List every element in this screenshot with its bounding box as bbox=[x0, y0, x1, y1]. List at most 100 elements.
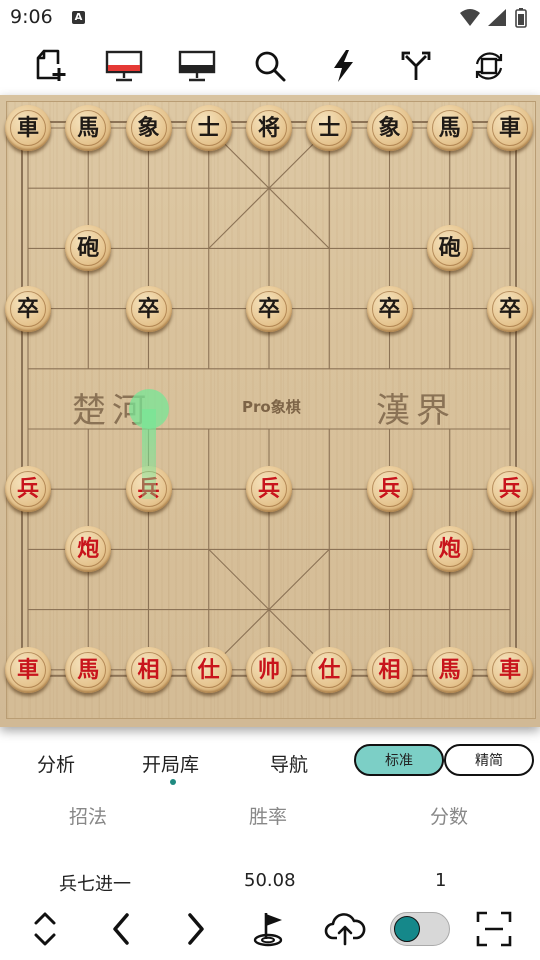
black-piece[interactable]: 将 bbox=[246, 105, 292, 151]
piece-label: 象 bbox=[378, 115, 401, 141]
scan-icon bbox=[476, 911, 512, 947]
red-piece[interactable]: 仕 bbox=[185, 646, 232, 693]
piece-label: 将 bbox=[257, 115, 280, 141]
search-button[interactable] bbox=[246, 42, 294, 90]
piece-label: 炮 bbox=[77, 536, 100, 563]
black-engine-button[interactable] bbox=[173, 42, 221, 90]
piece-label: 卒 bbox=[257, 295, 280, 322]
piece-label: 車 bbox=[498, 115, 521, 141]
active-tab-indicator bbox=[170, 779, 176, 785]
lightning-icon bbox=[334, 50, 353, 82]
black-piece[interactable]: 車 bbox=[487, 105, 533, 151]
flip-board-icon bbox=[475, 52, 503, 80]
black-piece[interactable]: 馬 bbox=[65, 105, 112, 151]
monitor-icon bbox=[178, 50, 216, 82]
brand-label: Pro象棋 bbox=[242, 398, 301, 416]
piece-label: 士 bbox=[318, 115, 341, 141]
piece-label: 炮 bbox=[438, 536, 461, 563]
bottom-bar bbox=[0, 898, 540, 960]
black-piece[interactable]: 卒 bbox=[487, 285, 533, 332]
red-piece[interactable]: 馬 bbox=[65, 646, 112, 693]
piece-label: 車 bbox=[498, 656, 521, 683]
black-piece[interactable]: 馬 bbox=[426, 105, 473, 151]
piece-label: 仕 bbox=[318, 656, 341, 683]
expand-collapse-button[interactable] bbox=[21, 904, 69, 954]
piece-label: 兵 bbox=[16, 476, 39, 503]
row-win-rate: 50.08 bbox=[244, 870, 296, 891]
red-piece[interactable]: 兵 bbox=[487, 466, 533, 513]
notification-icon: A bbox=[72, 11, 85, 24]
previous-icon bbox=[113, 913, 129, 945]
piece-label: 砲 bbox=[77, 235, 100, 262]
piece-label: 馬 bbox=[77, 115, 100, 141]
red-piece[interactable]: 相 bbox=[125, 646, 172, 693]
status-icons bbox=[460, 8, 527, 28]
toggle-switch[interactable] bbox=[390, 912, 450, 946]
hint-move-target[interactable] bbox=[128, 389, 169, 429]
red-piece[interactable]: 兵 bbox=[366, 466, 413, 513]
black-piece[interactable]: 士 bbox=[306, 105, 353, 151]
red-engine-button[interactable] bbox=[100, 42, 148, 90]
red-monitor-icon bbox=[105, 50, 143, 82]
branch-button[interactable] bbox=[392, 42, 440, 90]
red-piece[interactable]: 車 bbox=[5, 646, 51, 693]
column-header-win-rate: 胜率 bbox=[249, 806, 288, 828]
black-piece[interactable]: 卒 bbox=[5, 285, 51, 332]
column-header-score: 分数 bbox=[430, 806, 469, 828]
row-score: 1 bbox=[435, 870, 447, 891]
toolbar bbox=[0, 38, 540, 92]
wifi-icon bbox=[460, 9, 480, 26]
toggle-knob bbox=[394, 916, 420, 942]
red-piece[interactable]: 帅 bbox=[246, 646, 292, 693]
red-piece[interactable]: 相 bbox=[366, 646, 413, 693]
cloud-upload-icon bbox=[324, 913, 366, 946]
flip-board-button[interactable] bbox=[465, 42, 513, 90]
piece-label: 馬 bbox=[77, 656, 100, 683]
piece-label: 兵 bbox=[378, 476, 401, 503]
row-move: 兵七进一 bbox=[59, 874, 131, 895]
piece-label: 卒 bbox=[498, 295, 521, 322]
scan-button[interactable] bbox=[470, 904, 518, 954]
piece-label: 相 bbox=[137, 656, 160, 683]
panel-tabs: 分析 开局库 导航 标准 精简 bbox=[0, 740, 540, 786]
black-piece[interactable]: 象 bbox=[125, 105, 172, 151]
simplified-mode-button[interactable]: 精简 bbox=[444, 744, 534, 776]
quick-analysis-button[interactable] bbox=[319, 42, 367, 90]
black-piece[interactable]: 卒 bbox=[125, 285, 172, 332]
previous-move-button[interactable] bbox=[97, 904, 145, 954]
red-piece[interactable]: 兵 bbox=[246, 466, 292, 513]
tab-navigation[interactable]: 导航 bbox=[270, 750, 308, 777]
new-game-icon bbox=[36, 49, 66, 81]
tab-analysis[interactable]: 分析 bbox=[37, 750, 75, 777]
piece-label: 相 bbox=[378, 656, 401, 683]
piece-label: 馬 bbox=[438, 656, 461, 683]
status-time: 9:06 bbox=[10, 6, 53, 28]
piece-label: 馬 bbox=[438, 115, 461, 141]
new-game-button[interactable] bbox=[26, 42, 74, 90]
chess-board[interactable]: 楚河 Pro象棋 漢界 車馬象士将士象馬車砲砲卒卒卒卒卒兵兵兵兵兵炮炮車馬相仕帅… bbox=[0, 95, 540, 727]
flag-icon bbox=[253, 913, 283, 947]
piece-label: 砲 bbox=[438, 235, 461, 262]
black-piece[interactable]: 卒 bbox=[246, 285, 292, 332]
red-piece[interactable]: 兵 bbox=[5, 466, 51, 513]
black-piece[interactable]: 象 bbox=[366, 105, 413, 151]
red-piece[interactable]: 馬 bbox=[426, 646, 473, 693]
black-piece[interactable]: 士 bbox=[185, 105, 232, 151]
river-label-right: 漢界 bbox=[376, 391, 456, 431]
flag-button[interactable] bbox=[246, 904, 294, 954]
red-piece[interactable]: 車 bbox=[487, 646, 533, 693]
tab-opening-book[interactable]: 开局库 bbox=[142, 750, 199, 777]
piece-label: 象 bbox=[137, 115, 160, 141]
next-move-button[interactable] bbox=[172, 904, 220, 954]
black-piece[interactable]: 砲 bbox=[426, 225, 473, 272]
piece-label: 兵 bbox=[257, 476, 280, 503]
signal-icon bbox=[488, 9, 506, 26]
black-piece[interactable]: 卒 bbox=[366, 285, 413, 332]
standard-mode-button[interactable]: 标准 bbox=[354, 744, 444, 776]
red-piece[interactable]: 炮 bbox=[426, 526, 473, 573]
cloud-upload-button[interactable] bbox=[321, 904, 369, 954]
black-piece[interactable]: 車 bbox=[5, 105, 51, 151]
red-piece[interactable]: 仕 bbox=[306, 646, 353, 693]
expand-collapse-icon bbox=[34, 912, 56, 946]
piece-label: 卒 bbox=[137, 295, 160, 322]
